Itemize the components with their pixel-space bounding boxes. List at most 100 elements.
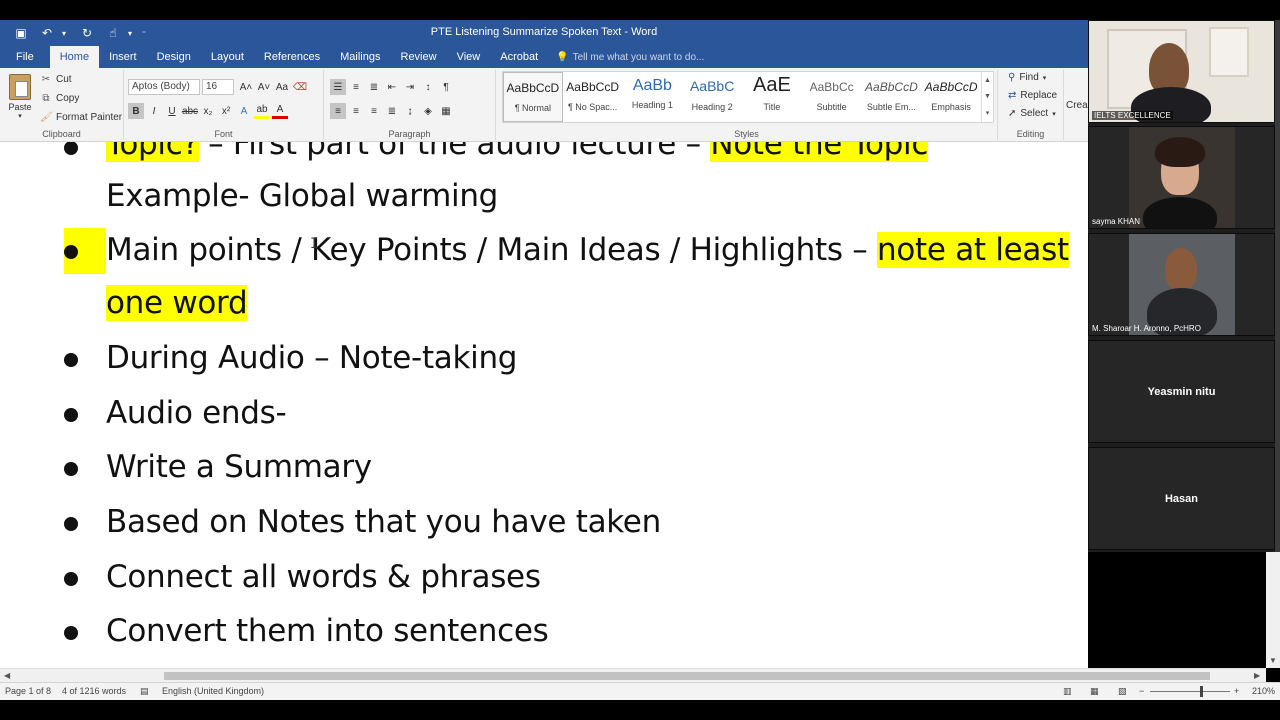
style-heading-2[interactable]: AaBbC Heading 2 [682,72,742,122]
more-styles-icon[interactable]: ▾ [986,109,990,117]
decrease-indent-icon[interactable]: ⇤ [384,79,400,95]
shrink-font-icon[interactable]: A˅ [256,79,272,95]
tell-me-box[interactable]: 💡 Tell me what you want to do... [556,46,704,68]
styles-gallery-scroll[interactable]: ▲ ▼ ▾ [981,72,993,122]
word-count[interactable]: 4 of 1216 words [62,686,126,696]
align-right-icon[interactable]: ≡ [366,103,382,119]
style-heading-1[interactable]: AaBb Heading 1 [623,72,683,122]
multilevel-list-icon[interactable]: ≣ [366,79,382,95]
cut-label: Cut [56,74,72,85]
italic-icon[interactable]: I [146,103,162,119]
zoom-out-icon[interactable]: − [1139,686,1144,696]
print-layout-icon[interactable]: ▦ [1090,686,1099,697]
tab-design[interactable]: Design [147,46,201,68]
tab-file[interactable]: File [0,46,50,68]
format-painter-button[interactable]: 🖌 Format Painter [40,112,122,123]
bullet-marker [64,245,78,259]
scroll-right-arrow-icon[interactable]: ▶ [1254,671,1260,680]
paste-button[interactable]: Paste ▾ [6,74,34,120]
web-layout-icon[interactable]: ▧ [1118,686,1127,697]
scroll-down-arrow-icon[interactable]: ▼ [1269,656,1277,665]
cut-button[interactable]: ✂ Cut [40,74,72,85]
zoom-level[interactable]: 210% [1252,686,1275,696]
participant-tile[interactable]: Yeasmin nitu [1088,340,1275,443]
participant-tile[interactable]: Hasan [1088,447,1275,550]
shading-icon[interactable]: ◈ [420,103,436,119]
horizontal-scroll-thumb[interactable] [164,672,1210,680]
participant-scrollbar[interactable] [1275,20,1280,552]
text-cursor-icon: I [310,236,319,252]
underline-icon[interactable]: U [164,103,180,119]
style-name: ¶ No Spac... [567,102,618,112]
doc-line-main-points: Main points / Key Points / Main Ideas / … [106,232,1069,268]
participant-name: Yeasmin nitu [1147,386,1216,398]
style-no-spacing[interactable]: AaBbCcD ¶ No Spac... [563,72,623,122]
horizontal-scrollbar[interactable]: ◀ ▶ [0,668,1266,682]
bullet-marker [64,572,78,586]
replace-button[interactable]: ⇄ Replace [1008,90,1057,101]
doc-bullet-item: Based on Notes that you have taken [106,504,661,540]
highlight-icon[interactable]: ab [254,103,270,119]
proofing-icon[interactable]: ▤ [140,686,149,697]
language[interactable]: English (United Kingdom) [162,686,264,696]
document-canvas[interactable]: Topic? – First part of the audio lecture… [0,142,1088,668]
font-name-select[interactable]: Aptos (Body) [128,79,200,95]
bullets-icon[interactable]: ☰ [330,79,346,95]
tab-view[interactable]: View [447,46,491,68]
zoom-slider-thumb[interactable] [1200,686,1203,697]
select-arrow-icon: ➚ [1008,108,1017,119]
scroll-up-icon[interactable]: ▲ [984,77,991,84]
tab-mailings[interactable]: Mailings [330,46,390,68]
change-case-icon[interactable]: Aa [274,79,290,95]
style-subtitle[interactable]: AaBbCc Subtitle [802,72,862,122]
numbering-icon[interactable]: ≡ [348,79,364,95]
align-left-icon[interactable]: ≡ [330,103,346,119]
tab-layout[interactable]: Layout [201,46,254,68]
find-button[interactable]: ⚲ Find ▾ [1008,72,1046,83]
style-title[interactable]: AaE Title [742,72,802,122]
tab-home[interactable]: Home [49,46,100,68]
participant-tile[interactable]: sayma KHAN [1088,126,1275,229]
zoom-slider[interactable] [1150,691,1230,692]
bold-icon[interactable]: B [128,103,144,119]
tab-references[interactable]: References [254,46,330,68]
clear-formatting-icon[interactable]: ⌫ [292,79,308,95]
align-center-icon[interactable]: ≡ [348,103,364,119]
select-button[interactable]: ➚ Select ▾ [1008,108,1056,119]
read-mode-icon[interactable]: ▥ [1063,686,1072,697]
borders-icon[interactable]: ▦ [438,103,454,119]
strikethrough-icon[interactable]: abc [182,103,198,119]
style-emphasis[interactable]: AaBbCcD Emphasis [921,72,981,122]
increase-indent-icon[interactable]: ⇥ [402,79,418,95]
participant-body [1143,197,1217,228]
tab-review[interactable]: Review [391,46,447,68]
scroll-down-icon[interactable]: ▼ [984,93,991,100]
doc-line-one-word: one word [106,285,248,321]
scroll-left-arrow-icon[interactable]: ◀ [4,671,10,680]
select-dropdown-icon: ▾ [1052,110,1056,118]
bullet-marker [64,626,78,640]
create-button[interactable]: Crea [1066,100,1088,111]
tab-acrobat[interactable]: Acrobat [490,46,548,68]
copy-button[interactable]: ⧉ Copy [40,93,79,104]
participant-tile[interactable]: M. Sharoar H. Aronno, PcHRO [1088,233,1275,336]
style-subtle-emphasis[interactable]: AaBbCcD Subtle Em... [862,72,922,122]
superscript-icon[interactable]: x² [218,103,234,119]
font-size-select[interactable]: 16 [202,79,234,95]
paste-dropdown-icon[interactable]: ▾ [6,112,34,120]
zoom-in-icon[interactable]: + [1234,686,1239,696]
font-color-icon[interactable]: A [272,103,288,119]
doc-line-topic: Topic? – First part of the audio lecture… [106,142,928,162]
sort-icon[interactable]: ↕ [420,79,436,95]
style-normal[interactable]: AaBbCcD ¶ Normal [503,72,563,122]
pilcrow-icon[interactable]: ¶ [438,79,454,95]
highlight-topic: Topic? [106,142,199,162]
text-effects-icon[interactable]: A [236,103,252,119]
participant-tile[interactable]: IELTS EXCELLENCE [1088,20,1275,123]
page-count[interactable]: Page 1 of 8 [5,686,51,696]
justify-icon[interactable]: ≣ [384,103,400,119]
line-spacing-icon[interactable]: ↨ [402,103,418,119]
tab-insert[interactable]: Insert [99,46,147,68]
grow-font-icon[interactable]: A˄ [238,79,254,95]
subscript-icon[interactable]: x₂ [200,103,216,119]
